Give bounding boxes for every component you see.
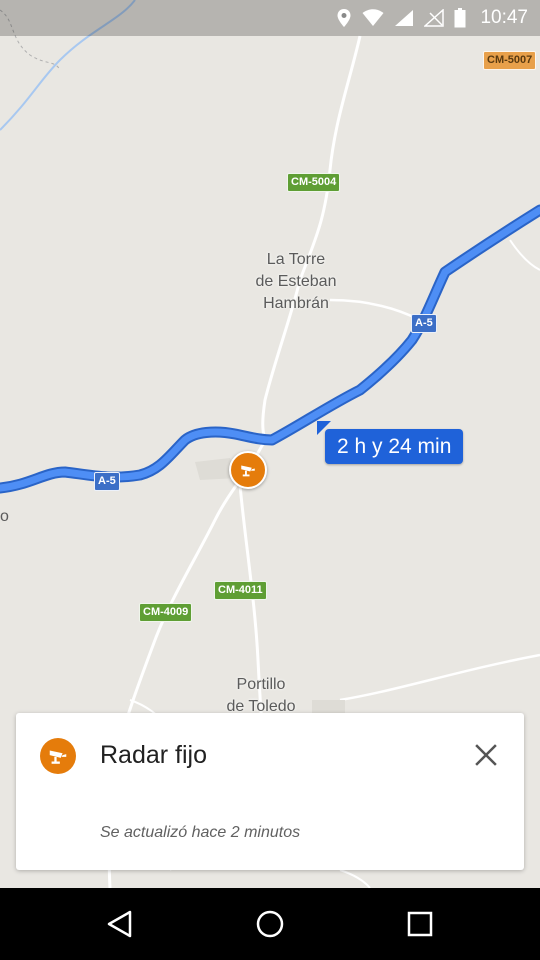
town-label-portillo: Portillo de Toledo bbox=[206, 674, 316, 718]
road-badge-cm4009: CM-4009 bbox=[139, 603, 193, 622]
speed-camera-icon bbox=[241, 465, 255, 477]
signal-icon bbox=[395, 10, 414, 26]
home-icon bbox=[256, 910, 284, 938]
battery-icon bbox=[454, 8, 466, 28]
road-badge-cm4011: CM-4011 bbox=[214, 581, 267, 600]
road-badge-a5-east: A-5 bbox=[411, 314, 437, 333]
radar-info-card[interactable]: Radar fijo Se actualizó hace 2 minutos bbox=[16, 713, 524, 870]
signal-off-icon bbox=[424, 9, 445, 27]
location-icon bbox=[337, 9, 351, 27]
recents-icon bbox=[407, 911, 433, 937]
town-label-line: La Torre bbox=[266, 251, 326, 268]
close-icon bbox=[475, 744, 497, 766]
town-label-line: Portillo bbox=[236, 676, 286, 693]
card-subtitle: Se actualizó hace 2 minutos bbox=[100, 824, 301, 841]
town-label-line: de Esteban bbox=[255, 273, 337, 290]
town-label-la-torre: La Torre de Esteban Hambrán bbox=[236, 249, 356, 315]
road-badge-cm5004: CM-5004 bbox=[287, 173, 341, 192]
map-edge-label: o bbox=[0, 508, 9, 525]
route-eta-bubble[interactable]: 2 h y 24 min bbox=[325, 429, 464, 464]
speed-camera-icon bbox=[40, 738, 76, 774]
back-button[interactable] bbox=[100, 906, 140, 942]
recents-button[interactable] bbox=[400, 906, 440, 942]
status-clock: 10:47 bbox=[480, 7, 528, 28]
home-button[interactable] bbox=[250, 906, 290, 942]
card-title: Radar fijo bbox=[100, 741, 207, 769]
radar-marker[interactable] bbox=[229, 451, 267, 489]
back-icon bbox=[107, 910, 132, 938]
navigation-bar bbox=[0, 888, 540, 960]
wifi-icon bbox=[362, 9, 384, 26]
speed-camera-glyph bbox=[49, 750, 67, 764]
road-badge-cm5007: CM-5007 bbox=[483, 51, 537, 70]
status-icons: 10:47 bbox=[336, 0, 528, 36]
close-button[interactable] bbox=[472, 741, 500, 769]
town-label-line: Hambrán bbox=[263, 295, 329, 312]
road-badge-a5-west: A-5 bbox=[94, 472, 120, 491]
status-bar: 10:47 bbox=[0, 0, 540, 36]
